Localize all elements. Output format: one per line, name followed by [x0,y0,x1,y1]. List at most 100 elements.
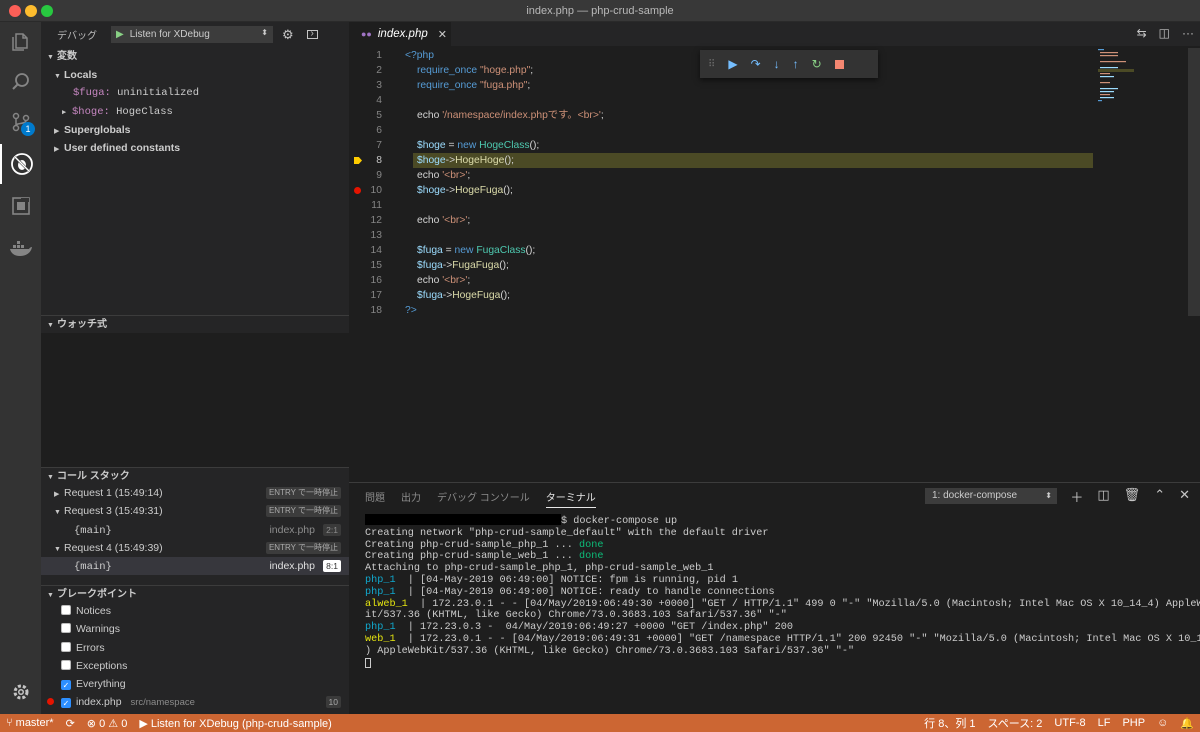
continue-icon[interactable]: ▶ [728,57,737,71]
drag-handle-icon[interactable]: ⠿ [708,59,715,70]
end-of-line[interactable]: LF [1092,717,1117,729]
window-close-button[interactable] [9,5,21,17]
title-bar: index.php — php-crud-sample [0,0,1200,22]
superglobals-scope[interactable]: ▶ Superglobals [41,121,349,139]
tab-debug-console[interactable]: デバッグ コンソール [437,489,530,504]
launch-config-select[interactable]: ▶ Listen for XDebug ⬍ [111,26,273,43]
terminal-line: Attaching to php-crud-sample_php_1, php-… [365,563,714,575]
checkbox-checked[interactable]: ✓ [61,680,71,691]
maximize-panel-icon[interactable]: ⌃ [1154,487,1165,506]
sync-icon[interactable]: ⟳ [60,717,81,730]
debug-icon[interactable] [0,144,41,184]
play-icon: ▶ [139,717,148,730]
trash-icon[interactable]: 🗑 [1124,487,1141,506]
watch-body [41,333,349,467]
tab-output[interactable]: 出力 [401,489,421,504]
breakpoint-file[interactable]: ✓ index.php src/namespace 10 [41,693,349,711]
encoding[interactable]: UTF-8 [1048,717,1091,729]
breakpoint-exceptions[interactable]: Exceptions [41,657,349,675]
code-line: 6 [376,125,382,136]
indentation[interactable]: スペース: 2 [982,715,1049,731]
notifications-bell-icon[interactable]: 🔔 [1174,717,1200,730]
code-line: 13 [370,230,382,241]
variable-row[interactable]: ▶ $hoge: HogeClass [41,103,349,121]
terminal-cursor-line [365,657,1187,672]
variables-header[interactable]: ▼ 変数 [41,48,349,65]
stack-frame[interactable]: {main} index.php 2:1 [41,521,349,539]
cursor-position[interactable]: 行 8、列 1 [918,715,981,731]
tab-index-php[interactable]: ●● index.php ✕ [349,22,451,46]
close-icon[interactable]: ✕ [438,28,447,41]
variable-row[interactable]: $fuga: uninitialized [41,84,349,102]
breakpoint-everything[interactable]: ✓ Everything [41,675,349,693]
language-mode[interactable]: PHP [1116,717,1151,729]
stop-icon[interactable] [834,59,844,69]
minimap[interactable] [1096,48,1136,118]
split-terminal-icon[interactable]: ◫ [1097,487,1109,506]
code-line-current: 8 $hoge->HogeHoge(); [349,153,1109,168]
explorer-icon[interactable] [0,22,41,62]
checkbox[interactable] [61,605,71,615]
code-line: 11 [371,200,382,211]
breakpoints-header[interactable]: ▼ ブレークポイント [41,585,349,602]
close-panel-icon[interactable]: ✕ [1179,487,1190,506]
debug-action-toolbar: ⠿ ▶ ↷ ↓ ↑ ↻ [700,50,878,78]
gear-icon[interactable]: ⚙ [282,27,294,43]
code-line: 3 require_once "fuga.php"; [376,80,531,91]
locals-scope[interactable]: ▼ Locals [41,66,349,84]
branch-status[interactable]: ⑂ master* [0,717,60,729]
breakpoint-notices[interactable]: Notices [41,602,349,620]
callstack-header[interactable]: ▼ コール スタック [41,467,349,484]
terminal-select[interactable]: 1: docker-compose ⬍ [925,488,1057,504]
problems-status[interactable]: ⊗ 0 ⚠ 0 [81,717,134,730]
launch-status[interactable]: ▶ Listen for XDebug (php-crud-sample) [133,717,338,730]
breakpoint-errors[interactable]: Errors [41,639,349,657]
restart-icon[interactable]: ↻ [812,57,822,71]
extensions-icon[interactable] [0,186,41,226]
request-row[interactable]: ▼ Request 3 (15:49:31) ENTRY で一時停止 [41,502,349,520]
breakpoint-dot-icon[interactable] [354,187,361,194]
breakpoint-warnings[interactable]: Warnings [41,620,349,638]
constants-scope[interactable]: ▶ User defined constants [41,139,349,157]
feedback-smiley-icon[interactable]: ☺ [1151,717,1174,729]
tab-terminal[interactable]: ターミナル [545,489,596,508]
source-control-icon[interactable]: 1 [0,102,41,142]
chevron-down-icon: ⬍ [1045,491,1052,500]
editor-scrollbar[interactable] [1188,48,1200,316]
php-file-icon: ●● [361,29,372,39]
code-view[interactable]: 1 <?php 2 require_once "hoge.php"; 3 requir… [349,48,1109,318]
settings-gear-icon[interactable] [0,672,41,712]
collapse-icon: ▼ [47,54,54,61]
more-actions-icon[interactable]: ··· [1182,26,1194,40]
stack-frame-selected[interactable]: {main} index.php 8:1 [41,557,349,576]
request-row[interactable]: ▶ Request 1 (15:49:14) ENTRY で一時停止 [41,484,349,502]
terminal-output[interactable]: $ docker-compose up Creating network "ph… [365,514,1200,672]
tab-problems[interactable]: 問題 [365,489,385,504]
debug-view-title: デバッグ [57,31,97,42]
callstack-section: ▼ コール スタック ▶ Request 1 (15:49:14) ENTRY で一時… [41,467,349,576]
checkbox[interactable] [61,659,71,670]
step-out-icon[interactable]: ↑ [793,57,799,71]
breakpoints-section: ▼ ブレークポイント Notices Warnings Errors Except… [41,585,349,712]
request-row[interactable]: ▼ Request 4 (15:49:39) ENTRY で一時停止 [41,539,349,557]
editor-tab-bar: ●● index.php ✕ ⇆ ◫ ··· [349,22,1200,46]
split-editor-icon[interactable]: ◫ [1159,26,1170,40]
checkbox-checked[interactable]: ✓ [61,698,71,709]
terminal-line: Creating php-crud-sample_web_1 ... done [365,551,604,563]
checkbox[interactable] [61,623,71,634]
error-icon: ⊗ [86,717,96,730]
checkbox[interactable] [61,641,71,652]
compare-changes-icon[interactable]: ⇆ [1137,26,1147,40]
start-debug-icon[interactable]: ▶ [116,29,124,40]
watch-header[interactable]: ▼ ウォッチ式 [41,315,349,332]
window-maximize-button[interactable] [41,5,53,17]
new-terminal-icon[interactable]: ＋ [1070,487,1083,506]
window-minimize-button[interactable] [25,5,37,17]
code-line: 12 echo '<br>'; [370,215,471,226]
docker-icon[interactable] [0,228,41,268]
step-over-icon[interactable]: ↷ [751,57,761,71]
debug-console-icon[interactable]: › [306,29,318,39]
search-icon[interactable] [0,62,41,102]
step-into-icon[interactable]: ↓ [774,57,780,71]
code-line-breakpoint: 10 $hoge->HogeFuga(); [349,183,1109,198]
